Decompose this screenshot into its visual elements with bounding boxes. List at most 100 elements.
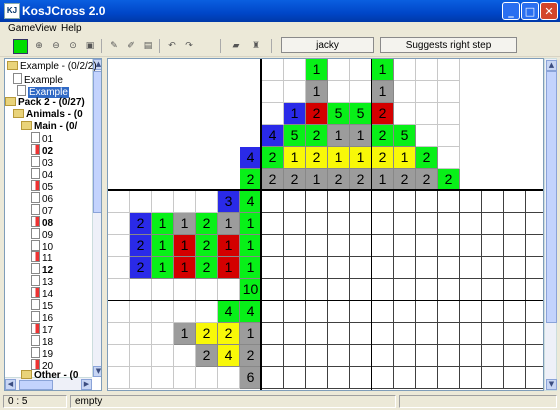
grid-cell[interactable] <box>284 257 306 279</box>
grid-cell[interactable] <box>438 191 460 213</box>
grid-cell[interactable] <box>482 257 504 279</box>
grid-cell[interactable] <box>438 301 460 323</box>
grid-cell[interactable] <box>284 235 306 257</box>
grid-cell[interactable] <box>372 301 394 323</box>
grid-cell[interactable] <box>482 235 504 257</box>
grid-cell[interactable] <box>504 213 526 235</box>
grid-cell[interactable] <box>262 279 284 301</box>
grid-cell[interactable] <box>438 367 460 389</box>
grid-cell[interactable] <box>328 235 350 257</box>
grid-cell[interactable] <box>284 323 306 345</box>
grid-cell[interactable] <box>460 213 482 235</box>
grid-cell[interactable] <box>416 367 438 389</box>
grid-cell[interactable] <box>438 345 460 367</box>
scroll-down-icon[interactable]: ▼ <box>93 366 101 377</box>
grid-cell[interactable] <box>526 301 543 323</box>
grid-cell[interactable] <box>306 213 328 235</box>
grid-cell[interactable] <box>504 323 526 345</box>
grid-cell[interactable] <box>394 323 416 345</box>
grid-cell[interactable] <box>350 235 372 257</box>
grid-cell[interactable] <box>350 323 372 345</box>
grid-cell[interactable] <box>394 345 416 367</box>
scroll-right-icon[interactable]: ▶ <box>81 379 92 390</box>
redo-icon[interactable]: ↷ <box>181 38 197 54</box>
grid-cell[interactable] <box>372 345 394 367</box>
grid-cell[interactable] <box>350 257 372 279</box>
grid-cell[interactable] <box>416 323 438 345</box>
zoom-actual-icon[interactable]: ▣ <box>82 38 98 54</box>
grid-cell[interactable] <box>350 213 372 235</box>
grid-cell[interactable] <box>482 191 504 213</box>
grid-cell[interactable] <box>262 301 284 323</box>
tree-hscroll-thumb[interactable] <box>19 380 53 390</box>
grid-cell[interactable] <box>262 235 284 257</box>
minimize-button[interactable]: _ <box>502 2 520 20</box>
grid-cell[interactable] <box>438 279 460 301</box>
grid-cell[interactable] <box>460 345 482 367</box>
grid-cell[interactable] <box>460 235 482 257</box>
grid-cell[interactable] <box>284 301 306 323</box>
grid-cell[interactable] <box>504 367 526 389</box>
grid-cell[interactable] <box>306 367 328 389</box>
grid-cell[interactable] <box>416 191 438 213</box>
grid-cell[interactable] <box>372 323 394 345</box>
grid-cell[interactable] <box>328 257 350 279</box>
close-button[interactable]: ✕ <box>540 2 558 20</box>
grid-cell[interactable] <box>306 257 328 279</box>
grid-cell[interactable] <box>328 191 350 213</box>
zoom-in-icon[interactable]: ⊕ <box>31 38 47 54</box>
grid-cell[interactable] <box>482 279 504 301</box>
tree-item[interactable]: Pack 2 - (0/27) <box>5 96 85 108</box>
grid-cell[interactable] <box>482 213 504 235</box>
board-vertical-scrollbar[interactable]: ▲ ▼ <box>544 58 557 391</box>
grid-cell[interactable] <box>416 279 438 301</box>
grid-cell[interactable] <box>372 191 394 213</box>
suggest-step-button[interactable]: Suggests right step <box>380 37 517 53</box>
grid-cell[interactable] <box>284 345 306 367</box>
grid-cell[interactable] <box>416 257 438 279</box>
scroll-left-icon[interactable]: ◀ <box>5 379 16 390</box>
grid-cell[interactable] <box>526 345 543 367</box>
grid-cell[interactable] <box>438 257 460 279</box>
grid-cell[interactable] <box>482 367 504 389</box>
zoom-out-icon[interactable]: ⊖ <box>48 38 64 54</box>
grid-cell[interactable] <box>262 257 284 279</box>
grid-cell[interactable] <box>526 235 543 257</box>
board-scroll-thumb[interactable] <box>546 71 557 323</box>
grid-cell[interactable] <box>526 213 543 235</box>
grid-cell[interactable] <box>372 279 394 301</box>
grid-cell[interactable] <box>394 235 416 257</box>
grid-cell[interactable] <box>284 213 306 235</box>
grid-cell[interactable] <box>394 367 416 389</box>
tree-scroll-thumb[interactable] <box>93 71 101 213</box>
grid-cell[interactable] <box>526 323 543 345</box>
grid-cell[interactable] <box>526 191 543 213</box>
grid-cell[interactable] <box>328 301 350 323</box>
grid-cell[interactable] <box>504 235 526 257</box>
maximize-button[interactable]: □ <box>521 2 539 20</box>
grid-cell[interactable] <box>482 301 504 323</box>
grid-cell[interactable] <box>482 345 504 367</box>
grid-cell[interactable] <box>328 213 350 235</box>
grid-cell[interactable] <box>262 323 284 345</box>
tree-vertical-scrollbar[interactable]: ▲ ▼ <box>92 59 101 377</box>
grid-cell[interactable] <box>328 367 350 389</box>
grid-cell[interactable] <box>460 279 482 301</box>
grid-cell[interactable] <box>262 345 284 367</box>
grid-cell[interactable] <box>372 367 394 389</box>
grid-cell[interactable] <box>350 191 372 213</box>
grid-cell[interactable] <box>504 257 526 279</box>
grid-cell[interactable] <box>350 345 372 367</box>
grid-cell[interactable] <box>460 301 482 323</box>
menu-help[interactable]: Help <box>61 23 82 34</box>
grid-cell[interactable] <box>350 279 372 301</box>
tree-item[interactable]: Animals - (0 <box>13 108 83 120</box>
grid-cell[interactable] <box>394 279 416 301</box>
grid-cell[interactable] <box>328 323 350 345</box>
grid-cell[interactable] <box>526 257 543 279</box>
grid-cell[interactable] <box>328 345 350 367</box>
grid-cell[interactable] <box>416 235 438 257</box>
grid-cell[interactable] <box>460 191 482 213</box>
grid-cell[interactable] <box>350 367 372 389</box>
grid-cell[interactable] <box>438 235 460 257</box>
